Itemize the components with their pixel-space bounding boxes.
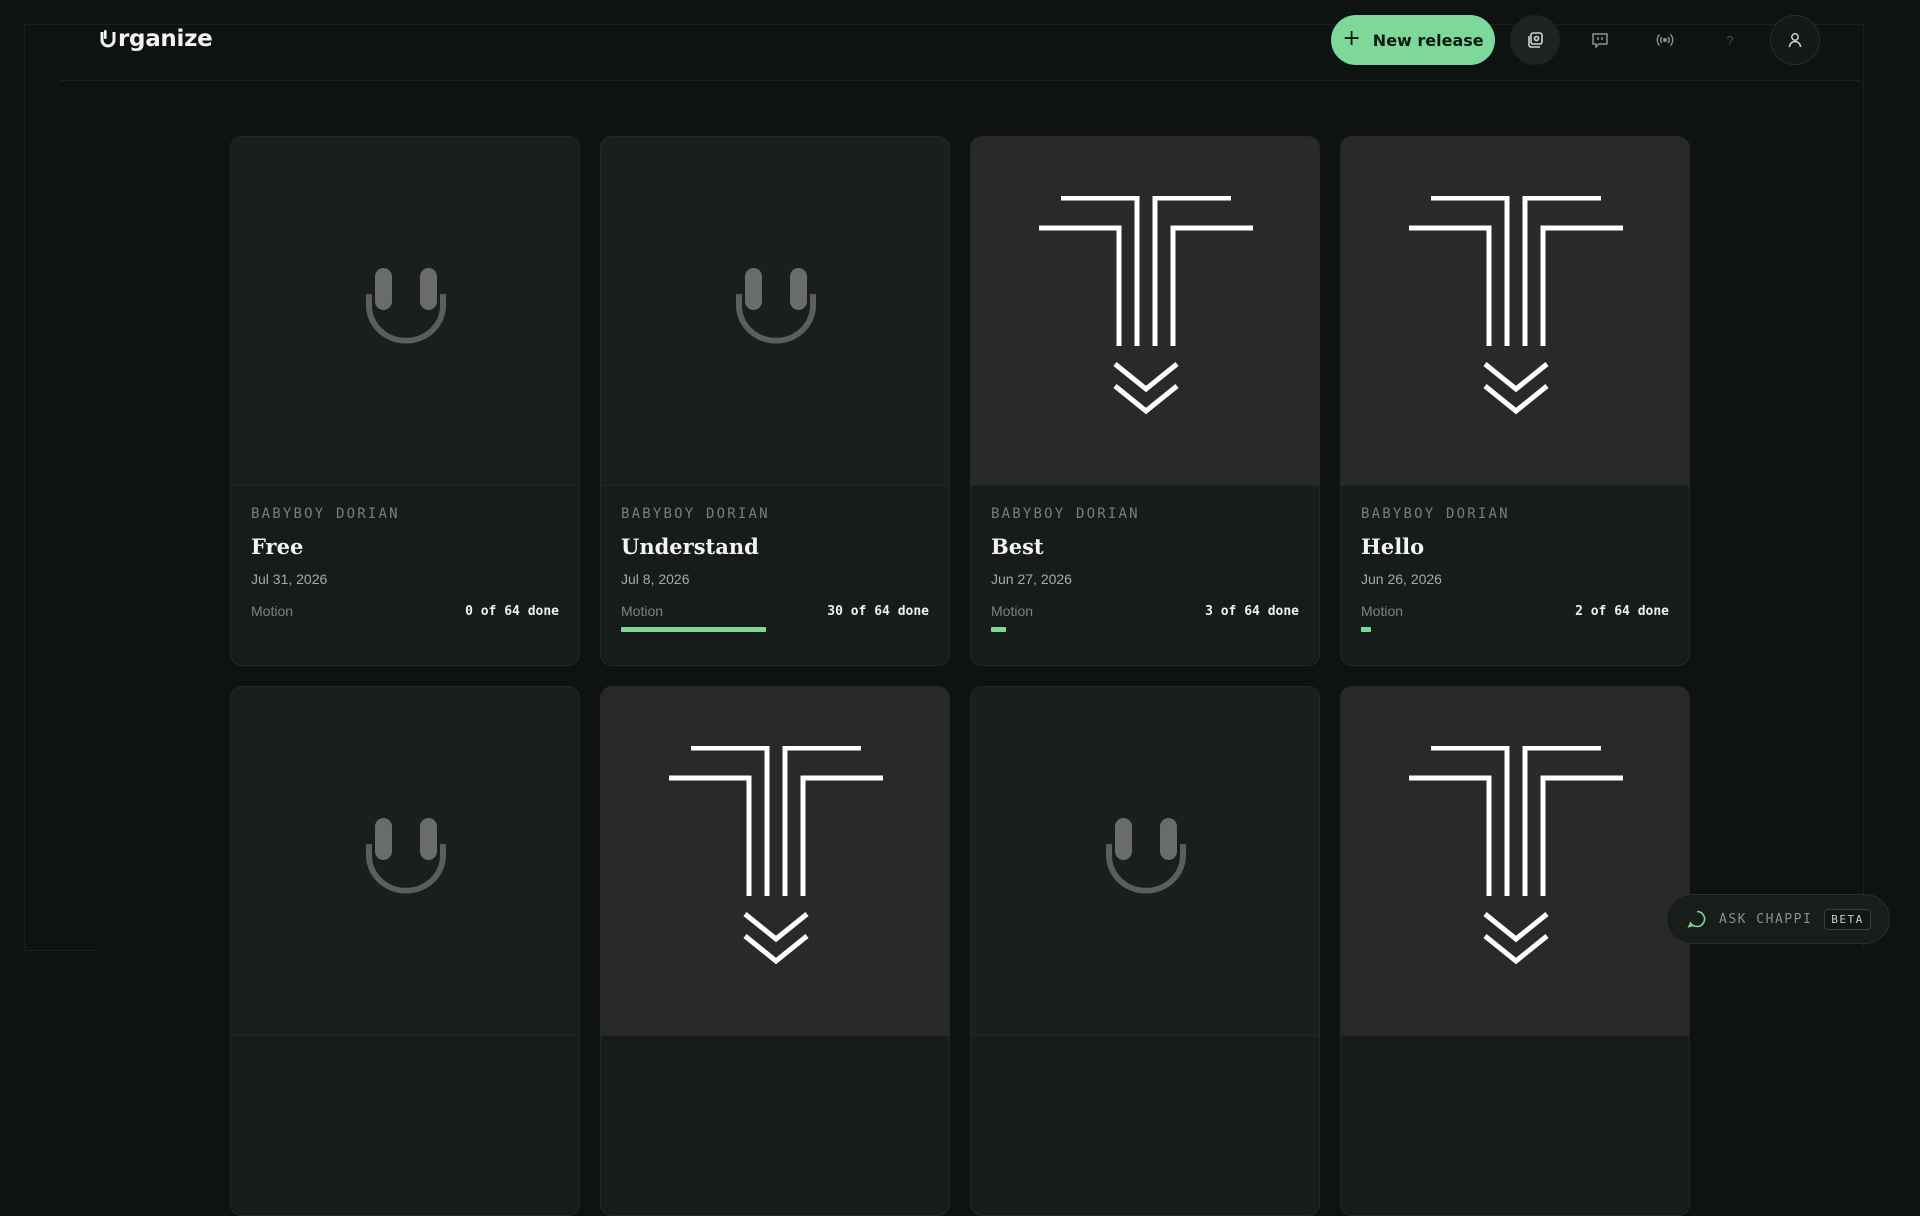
headphones-placeholder-icon	[366, 818, 446, 894]
release-card[interactable]	[230, 686, 580, 1216]
release-artwork	[1341, 687, 1689, 1036]
chat-bubble-icon	[1687, 910, 1706, 928]
release-progress-text: 0 of 64 done	[465, 603, 559, 619]
release-progress-text: 2 of 64 done	[1575, 603, 1669, 619]
progress-bar	[621, 627, 931, 632]
new-release-button[interactable]: + New release	[1331, 15, 1495, 65]
release-artist: BABYBOY DORIAN	[621, 506, 770, 522]
release-date: Jun 27, 2026	[991, 571, 1072, 587]
headphones-placeholder-icon	[366, 268, 446, 344]
release-info: BABYBOY DORIAN Hello Jun 26, 2026 Motion 2 o…	[1341, 486, 1689, 665]
release-artwork	[601, 137, 949, 486]
release-info: BABYBOY DORIAN Understand Jul 8, 2026 Motio…	[601, 486, 949, 665]
release-title: Best	[991, 534, 1044, 559]
release-card[interactable]: BABYBOY DORIAN Hello Jun 26, 2026 Motion 2 o…	[1340, 136, 1690, 666]
user-avatar-button[interactable]	[1770, 15, 1820, 65]
release-artwork	[971, 137, 1319, 486]
release-grid: BABYBOY DORIAN Free Jul 31, 2026 Motion 0 of…	[230, 136, 1690, 1216]
library-icon	[1528, 32, 1543, 48]
beta-badge: BETA	[1824, 908, 1871, 930]
release-type: Motion	[991, 603, 1034, 619]
release-type: Motion	[621, 603, 664, 619]
release-artwork	[601, 687, 949, 1036]
release-artist: BABYBOY DORIAN	[991, 506, 1140, 522]
frame-edge	[24, 950, 98, 951]
logo-text: rganize	[118, 26, 213, 52]
release-artwork	[231, 687, 579, 1036]
release-card[interactable]	[1340, 686, 1690, 1216]
progress-bar-fill	[621, 627, 766, 632]
release-meta: Motion 2 of 64 done	[1361, 603, 1669, 619]
release-card[interactable]	[970, 686, 1320, 1216]
t-arrow-cover-art	[1409, 746, 1623, 965]
release-meta: Motion 0 of 64 done	[251, 603, 559, 619]
release-date: Jul 8, 2026	[621, 571, 690, 587]
release-progress-text: 3 of 64 done	[1205, 603, 1299, 619]
feedback-button[interactable]	[1575, 15, 1625, 65]
ask-chappi-label: ASK CHAPPI	[1719, 911, 1813, 927]
progress-bar	[251, 627, 561, 632]
release-type: Motion	[251, 603, 294, 619]
release-date: Jun 26, 2026	[1361, 571, 1442, 587]
broadcast-button[interactable]	[1640, 15, 1690, 65]
headphones-placeholder-icon	[1106, 818, 1186, 894]
release-date: Jul 31, 2026	[251, 571, 328, 587]
t-arrow-cover-art	[1039, 196, 1253, 415]
release-meta: Motion 3 of 64 done	[991, 603, 1299, 619]
progress-bar-fill	[991, 627, 1006, 632]
help-button[interactable]: ?	[1705, 15, 1755, 65]
release-card[interactable]	[600, 686, 950, 1216]
library-button[interactable]	[1510, 15, 1560, 65]
progress-bar-fill	[1361, 627, 1371, 632]
release-card[interactable]: BABYBOY DORIAN Best Jun 27, 2026 Motion 3 of…	[970, 136, 1320, 666]
headphones-placeholder-icon	[736, 268, 816, 344]
feedback-icon	[1592, 33, 1608, 49]
release-artwork	[971, 687, 1319, 1036]
release-title: Hello	[1361, 534, 1425, 559]
new-release-label: New release	[1372, 30, 1484, 50]
release-type: Motion	[1361, 603, 1404, 619]
release-artist: BABYBOY DORIAN	[251, 506, 400, 522]
broadcast-icon	[1656, 34, 1674, 46]
ask-chappi-button[interactable]: ASK CHAPPI BETA	[1666, 894, 1890, 944]
release-card[interactable]: BABYBOY DORIAN Free Jul 31, 2026 Motion 0 of…	[230, 136, 580, 666]
release-card[interactable]: BABYBOY DORIAN Understand Jul 8, 2026 Motio…	[600, 136, 950, 666]
help-icon: ?	[1726, 32, 1734, 48]
release-title: Understand	[621, 534, 759, 559]
plus-icon: +	[1342, 26, 1361, 51]
release-info: BABYBOY DORIAN Free Jul 31, 2026 Motion 0 of…	[231, 486, 579, 665]
release-info: BABYBOY DORIAN Best Jun 27, 2026 Motion 3 of…	[971, 486, 1319, 665]
progress-bar	[991, 627, 1301, 632]
user-icon	[1788, 33, 1802, 48]
release-artwork	[1341, 137, 1689, 486]
t-arrow-cover-art	[669, 746, 883, 965]
release-title: Free	[251, 534, 304, 559]
release-progress-text: 30 of 64 done	[827, 603, 929, 619]
release-artist: BABYBOY DORIAN	[1361, 506, 1510, 522]
logo-u-icon	[100, 30, 116, 48]
release-meta: Motion 30 of 64 done	[621, 603, 929, 619]
progress-bar	[1361, 627, 1671, 632]
t-arrow-cover-art	[1409, 196, 1623, 415]
release-artwork	[231, 137, 579, 486]
header-divider	[60, 80, 1860, 81]
app-logo[interactable]: rganize	[99, 24, 213, 54]
